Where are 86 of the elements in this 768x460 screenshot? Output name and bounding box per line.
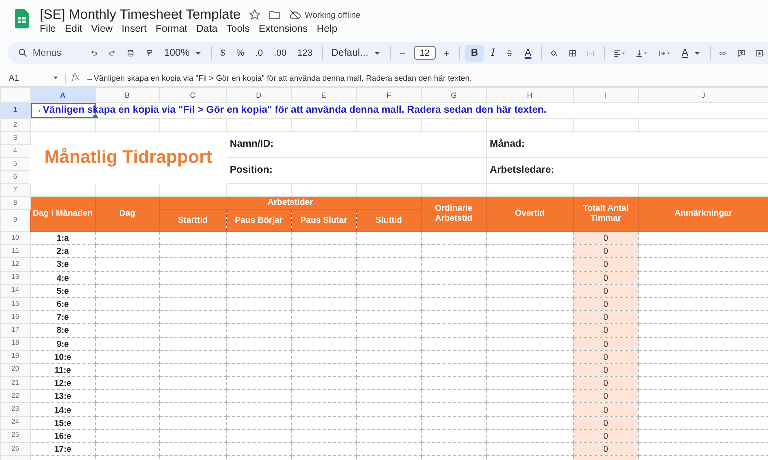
total-hours-cell: 0 xyxy=(574,271,638,284)
menu-item[interactable]: Format xyxy=(156,24,188,35)
menu-item[interactable]: View xyxy=(91,24,113,35)
sheets-logo-icon[interactable] xyxy=(15,9,29,29)
total-hours-cell: 0 xyxy=(574,258,638,272)
total-hours-cell: 0 xyxy=(574,324,638,337)
menu-item[interactable]: Help xyxy=(316,24,338,35)
header-cell: Sluttid xyxy=(356,210,422,232)
header-cell: Övertid xyxy=(486,196,574,232)
day-cell: 6:e xyxy=(30,297,96,311)
total-hours-cell: 0 xyxy=(574,310,638,324)
bold-button[interactable]: B xyxy=(465,44,484,62)
day-cell: 2:a xyxy=(30,244,96,258)
font-dropdown[interactable]: Defaul... xyxy=(327,46,385,60)
text-color-button[interactable]: A xyxy=(520,46,536,60)
total-hours-cell: 0 xyxy=(574,363,638,377)
total-hours-cell: 0 xyxy=(574,416,638,430)
day-cell: 15:e xyxy=(30,416,96,430)
day-cell: 16:e xyxy=(30,429,96,442)
total-hours-cell: 0 xyxy=(574,244,638,258)
total-hours-cell: 0 xyxy=(574,284,638,298)
field-label: Namn/ID: xyxy=(230,139,274,150)
menu-item[interactable]: Insert xyxy=(122,24,147,35)
total-hours-cell: 0 xyxy=(574,232,638,245)
caret-icon xyxy=(374,50,381,56)
header-cell: Arbetstider xyxy=(160,196,422,210)
caret-icon[interactable] xyxy=(53,76,59,80)
total-hours-cell: 0 xyxy=(574,402,638,416)
total-hours-cell: 0 xyxy=(574,390,638,403)
day-cell: 5:e xyxy=(30,284,96,298)
day-cell: 11:e xyxy=(30,363,96,377)
zoom-dropdown[interactable]: 100% xyxy=(160,46,206,60)
header-cell: Dag xyxy=(96,196,160,232)
day-cell: 3:e xyxy=(30,258,96,272)
currency-button[interactable]: $ xyxy=(216,46,230,60)
italic-button[interactable]: I xyxy=(487,46,500,60)
header-cell: Dag i Månaden xyxy=(30,196,96,232)
total-hours-cell: 0 xyxy=(574,337,638,350)
total-hours-cell: 0 xyxy=(574,297,638,311)
header-cell: Starttid xyxy=(160,210,226,232)
total-hours-cell: 0 xyxy=(574,442,638,456)
day-cell: 9:e xyxy=(30,337,96,350)
header-cell: Paus Börjar xyxy=(226,210,292,232)
day-cell: 7:e xyxy=(30,310,96,324)
header-cell: Totalt Antal Timmar xyxy=(574,196,638,232)
day-cell: 4:e xyxy=(30,271,96,284)
day-cell: 8:e xyxy=(30,324,96,337)
day-cell: 17:e xyxy=(30,442,96,456)
menu-search-field[interactable]: Menus xyxy=(33,48,77,58)
day-cell: 1:a xyxy=(30,232,96,245)
day-cell: 13:e xyxy=(30,390,96,403)
total-hours-cell: 0 xyxy=(574,376,638,390)
day-cell: 10:e xyxy=(30,350,96,364)
header-cell: Ordinarie Arbetstid xyxy=(422,196,486,232)
number-format-button[interactable]: 123 xyxy=(294,46,317,60)
menu-item[interactable]: File xyxy=(40,24,56,35)
menu-item[interactable]: Data xyxy=(196,24,218,35)
caret-icon xyxy=(694,50,701,56)
total-hours-cell: 0 xyxy=(574,429,638,442)
menu-item[interactable]: Tools xyxy=(226,24,250,35)
decrease-decimal-button[interactable]: .0 xyxy=(252,46,268,60)
offline-status: Working offline xyxy=(304,10,361,20)
day-cell: 14:e xyxy=(30,402,96,416)
header-cell: Paus Slutar xyxy=(292,210,356,232)
field-label: Position: xyxy=(230,165,273,176)
star-icon[interactable] xyxy=(248,8,261,20)
function-label: fx xyxy=(72,73,80,83)
cloud-off-icon[interactable] xyxy=(288,8,301,20)
document-title[interactable]: [SE] Monthly Timesheet Template xyxy=(40,7,241,22)
field-label: Arbetsledare: xyxy=(490,165,554,176)
folder-icon[interactable] xyxy=(268,8,281,20)
day-cell: 12:e xyxy=(30,376,96,390)
report-title: Månatlig Tidrapport xyxy=(44,147,212,167)
total-hours-cell: 0 xyxy=(574,350,638,364)
search-icon xyxy=(18,48,28,58)
menu-item[interactable]: Edit xyxy=(65,24,82,35)
cell-name-box[interactable]: A1 xyxy=(9,73,53,83)
percent-button[interactable]: % xyxy=(232,46,249,60)
caret-icon xyxy=(194,50,202,56)
formula-input[interactable]: →Vänligen skapa en kopia via "Fil > Gör en kopia" för att använda denna mall. Radera sedan den här texten. xyxy=(86,74,472,82)
font-size-field[interactable]: 12 xyxy=(414,46,436,60)
field-label: Månad: xyxy=(490,139,525,150)
increase-decimal-button[interactable]: .00 xyxy=(270,46,291,60)
header-cell: Anmärkningar xyxy=(638,196,768,232)
text-rotation-dropdown[interactable]: A xyxy=(678,46,705,60)
menu-item[interactable]: Extensions xyxy=(259,24,308,35)
